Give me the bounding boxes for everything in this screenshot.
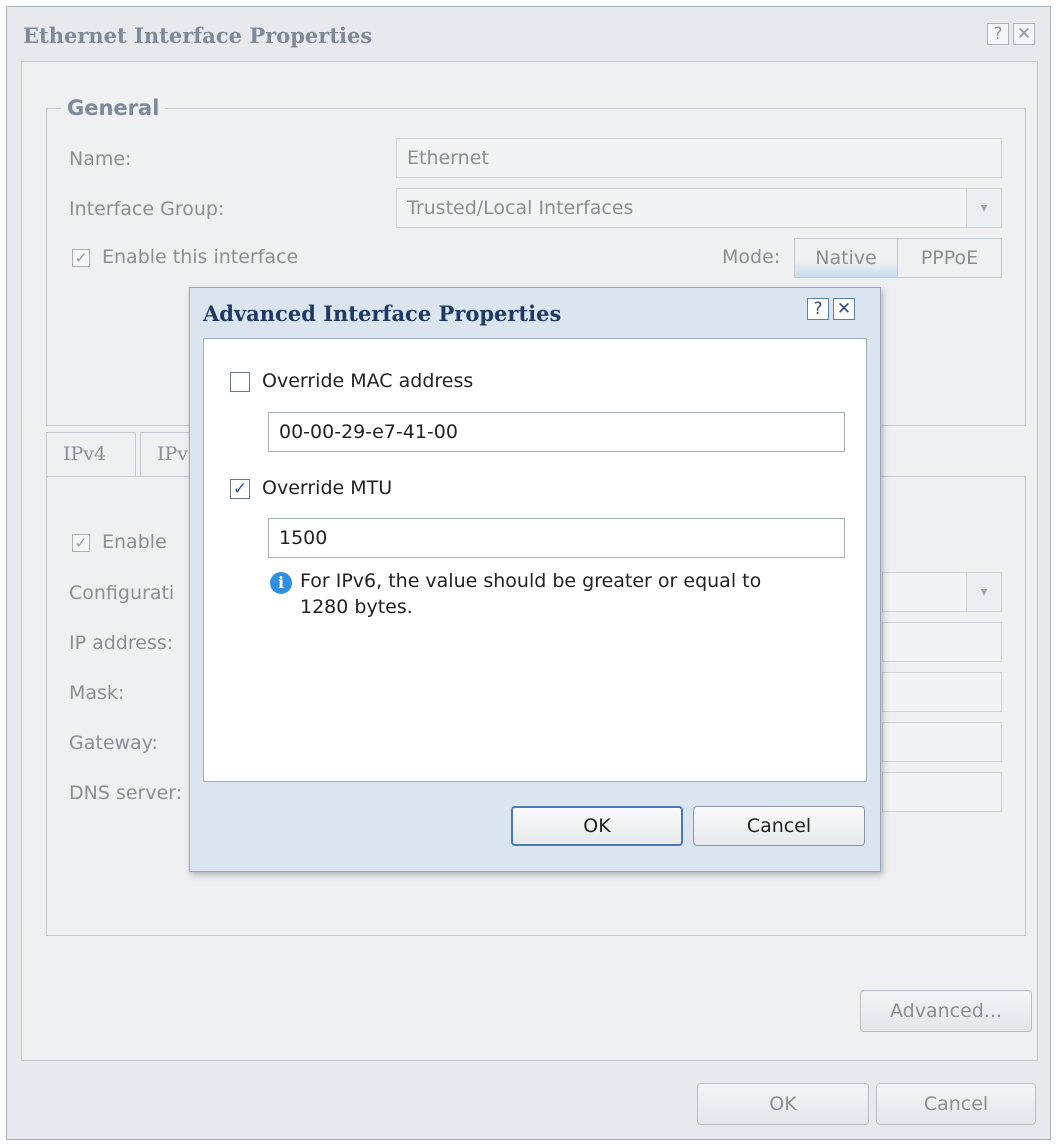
help-icon: ? (993, 24, 1003, 44)
gateway-label: Gateway: (69, 732, 158, 754)
modal-help-button[interactable]: ? (807, 298, 829, 320)
mode-label: Mode: (722, 246, 781, 268)
ip-address-field[interactable] (882, 622, 1002, 662)
name-field-value: Ethernet (407, 147, 489, 169)
tab-ipv6-label: IPv (157, 443, 189, 465)
name-field[interactable]: Ethernet (396, 138, 1002, 178)
general-legend: General (67, 96, 160, 120)
advanced-button[interactable]: Advanced... (860, 990, 1032, 1032)
outer-cancel-button[interactable]: Cancel (876, 1083, 1036, 1125)
outer-help-button[interactable]: ? (987, 23, 1009, 45)
configuration-label: Configurati (69, 582, 175, 604)
chevron-down-icon: ▾ (966, 189, 1001, 227)
modal-ok-button[interactable]: OK (511, 806, 683, 846)
modal-cancel-label: Cancel (746, 815, 812, 837)
outer-close-button[interactable]: ✕ (1013, 23, 1035, 45)
mask-field[interactable] (882, 672, 1002, 712)
override-mac-label: Override MAC address (262, 370, 474, 392)
mac-address-input[interactable]: 00-00-29-e7-41-00 (268, 412, 845, 452)
override-mac-checkbox[interactable] (230, 372, 250, 392)
outer-titlebar: Ethernet Interface Properties ? ✕ (7, 7, 1050, 61)
advanced-interface-dialog: Advanced Interface Properties ? ✕ Overri… (189, 287, 881, 872)
chevron-down-icon: ▾ (966, 573, 1001, 611)
chevron-glyph: ▾ (980, 200, 988, 216)
tab-ipv4-label: IPv4 (63, 443, 107, 465)
mtu-info-text-line1: For IPv6, the value should be greater or… (300, 570, 762, 592)
modal-dialog-body: Override MAC address 00-00-29-e7-41-00 ✓… (203, 338, 867, 782)
dns-server-label: DNS server: (69, 782, 183, 804)
interface-group-select[interactable]: Trusted/Local Interfaces ▾ (396, 188, 1002, 228)
ipv4-enable-label: Enable (102, 531, 167, 553)
mode-native-button[interactable]: Native (794, 238, 898, 278)
modal-dialog-title: Advanced Interface Properties (203, 301, 562, 326)
outer-ok-button[interactable]: OK (697, 1083, 869, 1125)
interface-group-label: Interface Group: (69, 198, 225, 220)
mac-address-value: 00-00-29-e7-41-00 (279, 421, 458, 443)
interface-group-value: Trusted/Local Interfaces (407, 197, 634, 219)
enable-interface-checkbox[interactable]: ✓ (72, 249, 90, 267)
close-icon: ✕ (1016, 24, 1032, 44)
info-icon: i (270, 572, 292, 594)
check-icon: ✓ (232, 479, 248, 499)
check-icon: ✓ (74, 249, 88, 267)
advanced-button-label: Advanced... (890, 1000, 1002, 1022)
mode-pppoe-button[interactable]: PPPoE (897, 238, 1002, 278)
mask-label: Mask: (69, 682, 125, 704)
help-icon: ? (813, 299, 823, 319)
tab-ipv4[interactable]: IPv4 (46, 432, 136, 477)
check-icon: ✓ (74, 534, 88, 552)
modal-ok-label: OK (583, 815, 611, 837)
outer-ok-label: OK (769, 1093, 797, 1115)
outer-cancel-label: Cancel (923, 1093, 989, 1115)
ip-address-label: IP address: (69, 632, 174, 654)
mtu-input[interactable]: 1500 (268, 518, 845, 558)
mtu-info-text-line2: 1280 bytes. (300, 596, 413, 618)
outer-dialog-title: Ethernet Interface Properties (23, 23, 373, 48)
close-icon: ✕ (836, 299, 852, 319)
configuration-select[interactable]: ▾ (882, 572, 1002, 612)
mtu-value: 1500 (279, 527, 328, 549)
chevron-glyph: ▾ (980, 584, 988, 600)
override-mtu-label: Override MTU (262, 477, 393, 499)
override-mtu-checkbox[interactable]: ✓ (230, 479, 250, 499)
mode-native-label: Native (815, 247, 877, 269)
mode-pppoe-label: PPPoE (920, 247, 979, 269)
gateway-field[interactable] (882, 722, 1002, 762)
dns-server-field[interactable] (882, 772, 1002, 812)
info-glyph: i (277, 573, 285, 592)
name-label: Name: (69, 148, 132, 170)
ipv4-enable-checkbox[interactable]: ✓ (72, 534, 90, 552)
enable-interface-label: Enable this interface (102, 246, 299, 268)
modal-cancel-button[interactable]: Cancel (693, 806, 865, 846)
modal-close-button[interactable]: ✕ (833, 298, 855, 320)
